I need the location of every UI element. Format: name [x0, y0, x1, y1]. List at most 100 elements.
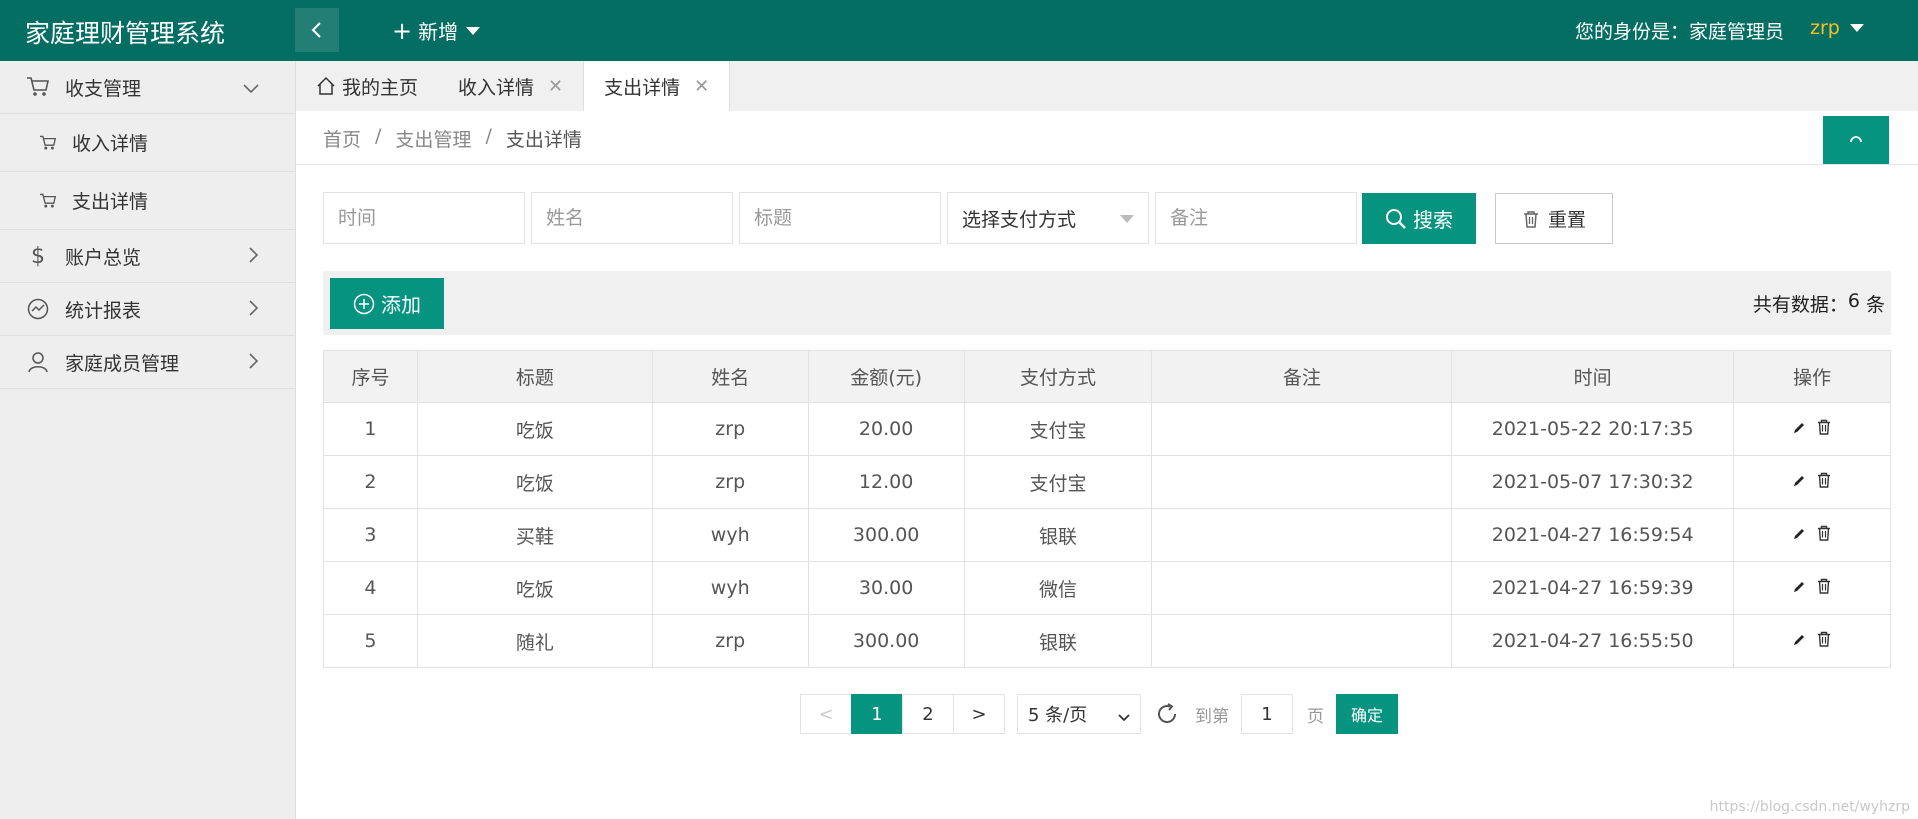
pagination: < 1 2 > 5 条/页 到第 1 页 确定 [800, 694, 1398, 734]
confirm-button[interactable]: 确定 [1336, 694, 1398, 734]
table-cell: zrp [651, 614, 809, 668]
search-icon [1386, 208, 1406, 229]
name-input[interactable] [546, 207, 732, 229]
delete-icon[interactable] [1816, 471, 1832, 493]
total-unit: 条 [1859, 294, 1885, 316]
table-header-row: 序号 标题 姓名 金额(元) 支付方式 备注 时间 操作 [323, 350, 1891, 403]
reload-icon[interactable] [1155, 702, 1179, 726]
plus-icon: + [392, 16, 413, 45]
sidebar-item-label: 家庭成员管理 [65, 352, 180, 375]
sidebar-item-family-members[interactable]: 家庭成员管理 [0, 336, 295, 389]
table-cell: wyh [651, 561, 809, 615]
prev-page-button[interactable]: < [800, 694, 852, 734]
table-cell: zrp [651, 455, 809, 509]
table-cell: 2021-05-07 17:30:32 [1451, 455, 1735, 509]
edit-icon[interactable] [1792, 524, 1806, 546]
edit-icon[interactable] [1792, 471, 1806, 493]
goto-page-input[interactable]: 1 [1241, 694, 1293, 734]
row-actions [1733, 508, 1891, 562]
delete-icon[interactable] [1816, 524, 1832, 546]
delete-icon[interactable] [1816, 577, 1832, 599]
table-cell [1151, 402, 1453, 456]
breadcrumb-expense-management[interactable]: 支出管理 [395, 125, 471, 152]
table-cell: 1 [323, 402, 418, 456]
sidebar-item-income-expense[interactable]: 收支管理 [0, 61, 295, 114]
page-button-1[interactable]: 1 [851, 694, 903, 734]
delete-icon[interactable] [1816, 418, 1832, 440]
breadcrumb-home[interactable]: 首页 [323, 125, 361, 152]
edit-icon[interactable] [1792, 630, 1806, 652]
table-cell: 吃饭 [416, 402, 653, 456]
table-cell: 20.00 [807, 402, 965, 456]
dollar-icon: $ [31, 243, 45, 269]
column-header: 序号 [323, 350, 418, 403]
table-cell: 吃饭 [416, 455, 653, 509]
breadcrumb-separator: / [375, 125, 382, 147]
time-input[interactable] [338, 207, 524, 229]
payment-method-select[interactable]: 选择支付方式 [947, 192, 1149, 244]
tab-income-detail[interactable]: 收入详情 ✕ [438, 61, 583, 111]
sidebar-item-reports[interactable]: 统计报表 [0, 283, 295, 336]
table-cell: 4 [323, 561, 418, 615]
column-header: 备注 [1151, 350, 1453, 403]
sidebar-item-income-detail[interactable]: 收入详情 [0, 114, 295, 172]
table-cell: 2021-04-27 16:55:50 [1451, 614, 1735, 668]
column-header: 金额(元) [807, 350, 965, 403]
breadcrumb-current: 支出详情 [505, 129, 582, 151]
table-cell: 银联 [963, 508, 1153, 562]
user-icon [25, 349, 51, 375]
column-header: 支付方式 [963, 350, 1153, 403]
table-cell: 12.00 [807, 455, 965, 509]
remark-input[interactable] [1170, 207, 1356, 229]
chevron-down-icon [243, 77, 259, 99]
page-unit-label: 页 [1307, 706, 1324, 727]
page-size-select[interactable]: 5 条/页 [1017, 694, 1141, 734]
table-cell: 2021-04-27 16:59:54 [1451, 508, 1735, 562]
home-icon [316, 76, 336, 96]
column-header: 操作 [1733, 350, 1891, 403]
table-cell: 300.00 [807, 508, 965, 562]
row-actions [1733, 614, 1891, 668]
identity-label: 您的身份是：家庭管理员 [1575, 21, 1785, 43]
payment-select-value: 选择支付方式 [962, 208, 1077, 231]
edit-icon[interactable] [1792, 577, 1806, 599]
reset-button[interactable]: 重置 [1495, 193, 1613, 244]
expense-table: 序号 标题 姓名 金额(元) 支付方式 备注 时间 操作 1 吃饭 zrp 20.00… [323, 350, 1891, 668]
next-page-button[interactable]: > [953, 694, 1005, 734]
search-button[interactable]: 搜索 [1362, 193, 1476, 244]
goto-label: 到第 [1195, 706, 1229, 727]
add-button[interactable]: 添加 [330, 278, 444, 329]
close-icon[interactable]: ✕ [694, 76, 709, 97]
chevron-right-icon [249, 352, 259, 374]
row-actions [1733, 455, 1891, 509]
table-row: 1 吃饭 zrp 20.00 支付宝 2021-05-22 20:17:35 [323, 402, 1891, 456]
new-menu[interactable]: + 新增 [392, 16, 481, 45]
breadcrumb-bar: 首页 / 支出管理 / 支出详情 [296, 111, 1918, 165]
sidebar-item-accounts[interactable]: $ 账户总览 [0, 230, 295, 283]
username: zrp [1810, 17, 1840, 39]
tab-expense-detail[interactable]: 支出详情 ✕ [583, 61, 731, 111]
edit-icon[interactable] [1792, 418, 1806, 440]
total-number: 6 [1847, 290, 1860, 312]
table-cell: 支付宝 [963, 455, 1153, 509]
tab-home[interactable]: 我的主页 [296, 61, 438, 111]
sidebar-collapse-button[interactable] [295, 8, 339, 52]
table-cell: 吃饭 [416, 561, 653, 615]
page-button-2[interactable]: 2 [902, 694, 954, 734]
add-button-label: 添加 [381, 293, 421, 317]
chevron-left-icon [311, 22, 321, 38]
table-cell: 30.00 [807, 561, 965, 615]
table-cell: 2021-04-27 16:59:39 [1451, 561, 1735, 615]
close-icon[interactable]: ✕ [548, 76, 563, 97]
user-menu[interactable]: zrp [1810, 17, 1864, 39]
sidebar-item-label: 收支管理 [65, 77, 142, 100]
sidebar-item-expense-detail[interactable]: 支出详情 [0, 172, 295, 230]
table-cell: zrp [651, 402, 809, 456]
title-input[interactable] [754, 207, 940, 229]
refresh-button[interactable] [1823, 116, 1889, 164]
new-menu-label: 新增 [418, 20, 459, 44]
reset-button-label: 重置 [1547, 209, 1586, 231]
table-cell: 微信 [963, 561, 1153, 615]
delete-icon[interactable] [1816, 630, 1832, 652]
cart-icon [38, 133, 58, 153]
